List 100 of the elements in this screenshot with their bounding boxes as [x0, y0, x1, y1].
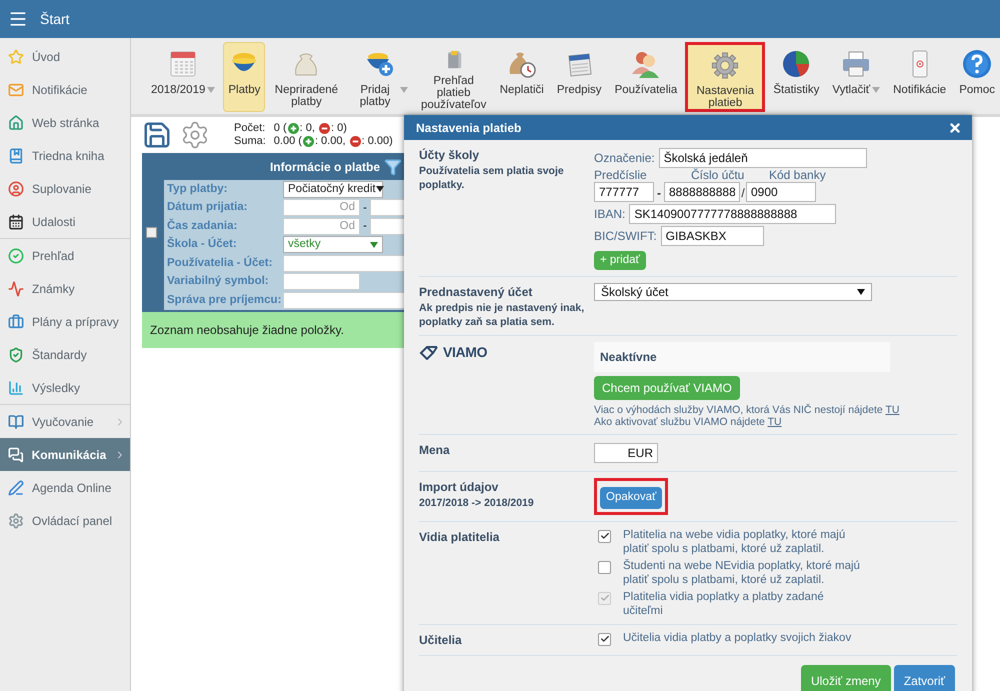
toolbar-button[interactable]: Nepriradené platby — [268, 42, 344, 112]
pen-icon — [8, 480, 24, 496]
plus-icon — [302, 136, 314, 147]
filter-label: Dátum prijatia: — [167, 200, 249, 216]
date-from-field[interactable]: Od — [283, 199, 360, 216]
star-icon — [8, 48, 24, 64]
sidebar-item[interactable]: Plány a prípravy — [0, 305, 130, 338]
count-label: Počet: — [234, 122, 266, 135]
toolbar-button[interactable]: Pridaj platby — [348, 42, 413, 112]
caret-icon — [872, 87, 880, 93]
filter-label: Správa pre príjemcu: — [167, 292, 282, 308]
account-select[interactable]: Školský účet — [594, 283, 872, 302]
repeat-button[interactable]: Opakovať — [600, 487, 662, 508]
link[interactable]: TU — [768, 416, 782, 428]
check-circle-icon — [8, 248, 24, 264]
sidebar-item[interactable]: Štandardy — [0, 338, 130, 371]
sidebar-item[interactable]: Notifikácie — [0, 73, 130, 106]
toolbar-button[interactable]: Predpisy — [552, 42, 607, 112]
close-icon[interactable] — [948, 120, 962, 134]
sidebar-item[interactable]: Ovládací panel — [0, 504, 130, 537]
toolbar-button[interactable]: 2018/2019 — [146, 42, 220, 112]
sidebar-item[interactable]: Známky — [0, 272, 130, 305]
option-label: Študenti na webe NEvidia poplatky, ktoré majú platiť spolu s platbami, ktoré už zaplatil. — [623, 558, 861, 586]
envelope-icon — [8, 82, 24, 98]
separator: - — [656, 185, 662, 202]
toolbar-button[interactable]: Vytlačiť — [827, 42, 886, 112]
gear-icon[interactable] — [180, 120, 210, 150]
sidebar-item[interactable]: Triedna kniha — [0, 139, 130, 172]
option-label: Platitelia vidia poplatky a platby zadané učiteľmi — [623, 590, 825, 618]
link[interactable]: TU — [885, 404, 900, 416]
toolbar-button[interactable]: Štatistiky — [768, 42, 824, 112]
toolbar-button[interactable]: Nastavenia platieb — [685, 42, 766, 112]
dialog-title: Nastavenia platieb — [416, 120, 522, 136]
chat-icon — [8, 446, 24, 462]
caret-icon — [376, 186, 384, 192]
filter-icon[interactable] — [384, 158, 402, 176]
section-title: Učitelia — [419, 632, 463, 648]
page-title: Štart — [40, 10, 70, 28]
book-icon — [8, 148, 24, 164]
checkbox[interactable] — [146, 226, 157, 238]
close-button[interactable]: Zatvoriť — [894, 664, 955, 691]
minus-icon — [350, 136, 361, 147]
filter-label: Typ platby: — [167, 182, 228, 197]
account-number-field[interactable]: 8888888888 — [664, 182, 740, 202]
field-label: BIC/SWIFT: — [594, 228, 657, 245]
sidebar-item[interactable]: Vyučovanie — [0, 405, 130, 438]
save-icon[interactable] — [142, 120, 172, 150]
section-description: Ak predpis nie je nastavený inak, poplatky zaň sa platia sem. — [419, 301, 586, 330]
field-label: Predčíslie — [594, 168, 648, 182]
filter-select[interactable]: všetky — [283, 236, 383, 254]
prefix-field[interactable]: 777777 — [594, 182, 654, 202]
sidebar-item[interactable]: Suplovanie — [0, 172, 130, 205]
toolbar-button[interactable]: Notifikácie — [888, 42, 952, 112]
save-button[interactable]: Uložiť zmeny — [800, 664, 891, 691]
sidebar-item[interactable]: Udalosti — [0, 205, 130, 238]
filter-field[interactable] — [283, 273, 360, 290]
info-text: Ako aktivovať službu VIAMO nájdete TU — [594, 416, 783, 428]
section-title: Vidia platitelia — [419, 528, 500, 546]
viamo-button[interactable]: Chcem používať VIAMO — [594, 376, 740, 400]
viamo-logo: VIAMO — [443, 343, 488, 362]
section-description: Používatelia sem platia svoje poplatky. — [419, 164, 565, 192]
diamond-icon — [419, 346, 439, 360]
sidebar-item[interactable]: Web stránka — [0, 106, 130, 139]
gear-icon — [8, 512, 24, 528]
toolbar-button[interactable]: Platby — [223, 42, 266, 112]
sidebar-item[interactable]: Agenda Online — [0, 471, 130, 504]
add-button[interactable]: + pridať — [594, 251, 646, 270]
checkbox[interactable] — [598, 560, 611, 574]
section-title: Účty školy — [419, 147, 480, 164]
filter-label: Variabilný symbol: — [167, 274, 270, 290]
checkbox[interactable] — [598, 632, 611, 646]
bic-field[interactable]: GIBASKBX — [660, 226, 764, 246]
filter-label: Používatelia - Účet: — [167, 254, 274, 271]
date-from-field[interactable]: Od — [283, 218, 360, 235]
designation-field[interactable]: Školská jedáleň — [658, 148, 867, 168]
graph-icon — [8, 280, 24, 296]
iban-field[interactable]: SK1409007777778888888888 — [629, 204, 836, 224]
count-value: 0 ( : 0, : 0) — [274, 122, 348, 135]
currency-field[interactable]: EUR — [594, 443, 658, 464]
column-title: Informácie o platbe — [270, 158, 380, 176]
checkbox[interactable] — [598, 530, 611, 542]
sidebar-item[interactable]: Výsledky — [0, 371, 130, 404]
house-icon — [8, 114, 24, 130]
field-label: Označenie: — [594, 150, 655, 167]
section-description: 2017/2018 -> 2018/2019 — [419, 496, 535, 510]
section-title: Prednastavený účet — [419, 284, 534, 302]
count-value: 0.00 ( : 0.00, : 0.00) — [274, 135, 393, 148]
toolbar-button[interactable]: Používatelia — [610, 42, 682, 112]
section-title: Import údajov — [419, 479, 500, 496]
sidebar-item[interactable]: Prehľad — [0, 239, 130, 272]
sidebar-item[interactable]: Úvod — [0, 40, 130, 73]
toolbar-button[interactable]: Prehľad platieb používateľov — [416, 42, 492, 112]
bank-code-field[interactable]: 0900 — [746, 182, 816, 202]
count-label: Suma: — [234, 135, 266, 148]
filter-select[interactable]: Počiatočný kredit — [283, 180, 383, 198]
sidebar-item[interactable]: Komunikácia — [0, 438, 130, 471]
toolbar-button[interactable]: Pomoc — [954, 42, 1000, 112]
toolbar-button[interactable]: Neplatiči — [494, 42, 549, 112]
separator: / — [740, 185, 746, 202]
section-title: Mena — [419, 442, 451, 460]
